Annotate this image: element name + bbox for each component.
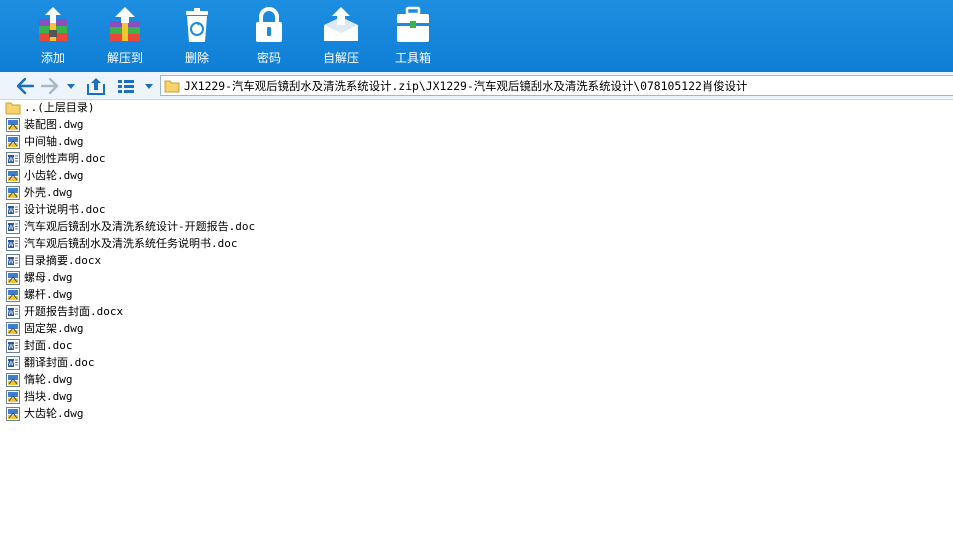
file-list-item[interactable]: 螺杆.dwg bbox=[5, 287, 73, 303]
parent-directory-item[interactable]: ..(上层目录) bbox=[5, 100, 95, 116]
file-name: 挡块.dwg bbox=[24, 390, 73, 403]
file-name: 小齿轮.dwg bbox=[24, 169, 84, 182]
extract-to-button[interactable]: 解压到 bbox=[89, 0, 161, 72]
svg-text:W: W bbox=[8, 242, 14, 249]
add-archive-icon bbox=[39, 7, 67, 41]
file-list-item[interactable]: 中间轴.dwg bbox=[5, 134, 84, 150]
file-name: 汽车观后镜刮水及清洗系统任务说明书.doc bbox=[24, 237, 238, 250]
file-list-item[interactable]: 固定架.dwg bbox=[5, 321, 84, 337]
word-document-icon: W bbox=[6, 220, 20, 234]
folder-icon bbox=[164, 80, 180, 92]
dwg-file-icon bbox=[6, 186, 20, 200]
file-list-item[interactable]: 外壳.dwg bbox=[5, 185, 73, 201]
file-list-item[interactable]: W 封面.doc bbox=[5, 338, 73, 354]
folder-icon bbox=[5, 102, 21, 115]
file-name: 螺母.dwg bbox=[24, 271, 73, 284]
extract-to-button-label: 解压到 bbox=[106, 51, 143, 65]
file-name: 惰轮.dwg bbox=[24, 373, 73, 386]
file-name: 汽车观后镜刮水及清洗系统设计-开题报告.doc bbox=[24, 220, 256, 233]
password-button-label: 密码 bbox=[256, 51, 281, 65]
word-document-icon: W bbox=[6, 305, 20, 319]
svg-text:W: W bbox=[8, 361, 14, 368]
svg-text:W: W bbox=[8, 344, 14, 351]
delete-button[interactable]: 删除 bbox=[161, 0, 233, 72]
dwg-file-icon bbox=[6, 169, 20, 183]
self-extract-button[interactable]: 自解压 bbox=[305, 0, 377, 72]
toolbox-button[interactable]: 工具箱 bbox=[377, 0, 449, 72]
file-list-item[interactable]: 装配图.dwg bbox=[5, 117, 84, 133]
address-path: JX1229-汽车观后镜刮水及清洗系统设计.zip\JX1229-汽车观后镜刮水… bbox=[184, 78, 748, 93]
file-name: 中间轴.dwg bbox=[24, 135, 84, 148]
file-name: 翻译封面.doc bbox=[24, 356, 95, 369]
dwg-file-icon bbox=[6, 407, 20, 421]
view-dropdown-icon[interactable] bbox=[143, 76, 155, 96]
file-name: 螺杆.dwg bbox=[24, 288, 73, 301]
file-name: 封面.doc bbox=[24, 339, 73, 352]
word-document-icon: W bbox=[6, 254, 20, 268]
svg-text:W: W bbox=[8, 225, 14, 232]
address-bar[interactable]: JX1229-汽车观后镜刮水及清洗系统设计.zip\JX1229-汽车观后镜刮水… bbox=[160, 75, 953, 96]
word-document-icon: W bbox=[6, 237, 20, 251]
file-list-item[interactable]: W 设计说明书.doc bbox=[5, 202, 106, 218]
svg-text:W: W bbox=[8, 259, 14, 266]
add-button[interactable]: 添加 bbox=[17, 0, 89, 72]
file-name: 开题报告封面.docx bbox=[24, 305, 124, 318]
file-list-item[interactable]: 惰轮.dwg bbox=[5, 372, 73, 388]
word-document-icon: W bbox=[6, 356, 20, 370]
self-extract-icon bbox=[324, 7, 358, 41]
file-list: ..(上层目录) 装配图.dwg 中间轴.dwg W 原创性声明.doc 小齿轮.dwg 外… bbox=[0, 100, 953, 549]
back-arrow-icon[interactable] bbox=[15, 76, 35, 96]
toolbox-icon bbox=[397, 6, 429, 42]
password-lock-icon bbox=[256, 7, 282, 42]
delete-button-label: 删除 bbox=[184, 51, 209, 65]
file-name: 固定架.dwg bbox=[24, 322, 84, 335]
file-list-item[interactable]: 螺母.dwg bbox=[5, 270, 73, 286]
file-name: 外壳.dwg bbox=[24, 186, 73, 199]
up-level-icon[interactable] bbox=[86, 76, 106, 96]
svg-text:W: W bbox=[8, 208, 14, 215]
file-list-item[interactable]: 大齿轮.dwg bbox=[5, 406, 84, 422]
dwg-file-icon bbox=[6, 390, 20, 404]
dwg-file-icon bbox=[6, 271, 20, 285]
word-document-icon: W bbox=[6, 203, 20, 217]
word-document-icon: W bbox=[6, 152, 20, 166]
password-button[interactable]: 密码 bbox=[233, 0, 305, 72]
file-list-item[interactable]: W 开题报告封面.docx bbox=[5, 304, 123, 320]
svg-text:W: W bbox=[8, 157, 14, 164]
file-list-item[interactable]: W 汽车观后镜刮水及清洗系统任务说明书.doc bbox=[5, 236, 238, 252]
extract-to-icon bbox=[110, 7, 140, 41]
file-name: 原创性声明.doc bbox=[24, 152, 106, 165]
file-list-item[interactable]: W 原创性声明.doc bbox=[5, 151, 106, 167]
file-list-item[interactable]: W 目录摘要.docx bbox=[5, 253, 101, 269]
add-button-label: 添加 bbox=[40, 51, 65, 65]
word-document-icon: W bbox=[6, 339, 20, 353]
file-list-item[interactable]: W 汽车观后镜刮水及清洗系统设计-开题报告.doc bbox=[5, 219, 255, 235]
dwg-file-icon bbox=[6, 373, 20, 387]
file-list-item[interactable]: W 翻译封面.doc bbox=[5, 355, 95, 371]
file-list-item[interactable]: 小齿轮.dwg bbox=[5, 168, 84, 184]
svg-text:W: W bbox=[8, 310, 14, 317]
file-name: 设计说明书.doc bbox=[24, 203, 106, 216]
self-extract-button-label: 自解压 bbox=[322, 51, 359, 65]
navigation-bar: JX1229-汽车观后镜刮水及清洗系统设计.zip\JX1229-汽车观后镜刮水… bbox=[0, 72, 953, 100]
file-name: ..(上层目录) bbox=[24, 101, 95, 114]
dwg-file-icon bbox=[6, 288, 20, 302]
toolbox-button-label: 工具箱 bbox=[394, 51, 431, 65]
dwg-file-icon bbox=[6, 322, 20, 336]
view-mode-icon[interactable] bbox=[116, 76, 136, 96]
file-name: 目录摘要.docx bbox=[24, 254, 102, 267]
delete-icon bbox=[186, 8, 208, 42]
main-toolbar: 添加 解压到 删除 密码 自解压 工具箱 bbox=[0, 0, 953, 72]
file-name: 装配图.dwg bbox=[24, 118, 84, 131]
dwg-file-icon bbox=[6, 135, 20, 149]
history-dropdown-icon[interactable] bbox=[65, 76, 77, 96]
file-list-item[interactable]: 挡块.dwg bbox=[5, 389, 73, 405]
dwg-file-icon bbox=[6, 118, 20, 132]
file-name: 大齿轮.dwg bbox=[24, 407, 84, 420]
forward-arrow-icon[interactable] bbox=[40, 76, 60, 96]
